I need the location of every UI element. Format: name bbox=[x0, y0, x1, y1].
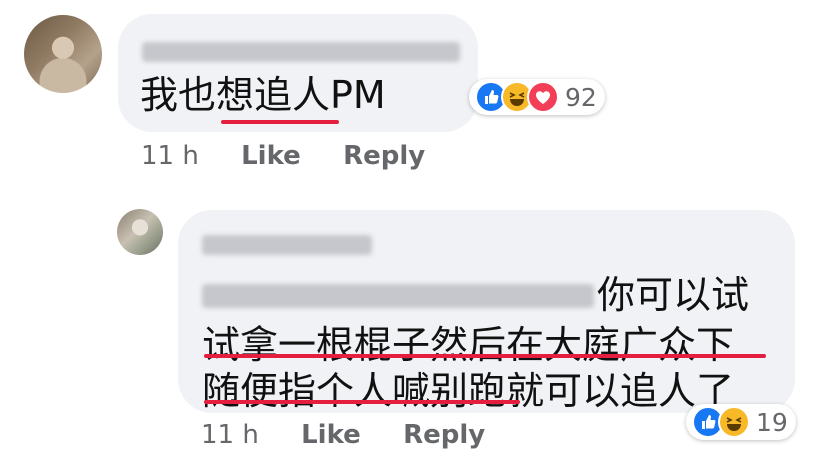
commenter-avatar[interactable] bbox=[24, 15, 102, 93]
underline-annotation bbox=[204, 354, 766, 358]
reply-button[interactable]: Reply bbox=[403, 420, 485, 450]
comment-bubble: 我也想追人PM bbox=[118, 14, 478, 132]
blurred-mention-name[interactable] bbox=[202, 284, 594, 308]
underline-annotation bbox=[204, 400, 520, 404]
underline-annotation bbox=[221, 120, 339, 124]
reaction-count: 92 bbox=[565, 82, 597, 112]
comment-text: 我也想追人PM bbox=[140, 73, 386, 117]
reply-avatar[interactable] bbox=[117, 209, 163, 255]
reply-meta: 11 h Like Reply bbox=[201, 420, 485, 450]
reply-bubble: 你可以试 试拿一根棍子然后在大庭广众下 随便指个人喊别跑就可以追人了 bbox=[178, 210, 795, 413]
reply-text-line3: 随便指个人喊别跑就可以追人了 bbox=[202, 369, 735, 413]
haha-icon bbox=[718, 406, 750, 438]
like-button[interactable]: Like bbox=[301, 420, 361, 450]
reply-button[interactable]: Reply bbox=[343, 141, 425, 171]
reaction-summary[interactable]: 92 bbox=[469, 79, 605, 115]
timestamp[interactable]: 11 h bbox=[141, 141, 199, 171]
timestamp[interactable]: 11 h bbox=[201, 420, 259, 450]
blurred-author-name[interactable] bbox=[202, 235, 372, 255]
reaction-summary[interactable]: 19 bbox=[686, 404, 796, 440]
reply-text-line1: 你可以试 bbox=[597, 273, 750, 317]
comment-meta: 11 h Like Reply bbox=[141, 141, 425, 171]
like-button[interactable]: Like bbox=[241, 141, 301, 171]
reaction-count: 19 bbox=[756, 407, 788, 437]
love-icon bbox=[527, 81, 559, 113]
reply-text-line2: 试拿一根棍子然后在大庭广众下 bbox=[202, 323, 735, 367]
blurred-author-name[interactable] bbox=[142, 42, 460, 62]
